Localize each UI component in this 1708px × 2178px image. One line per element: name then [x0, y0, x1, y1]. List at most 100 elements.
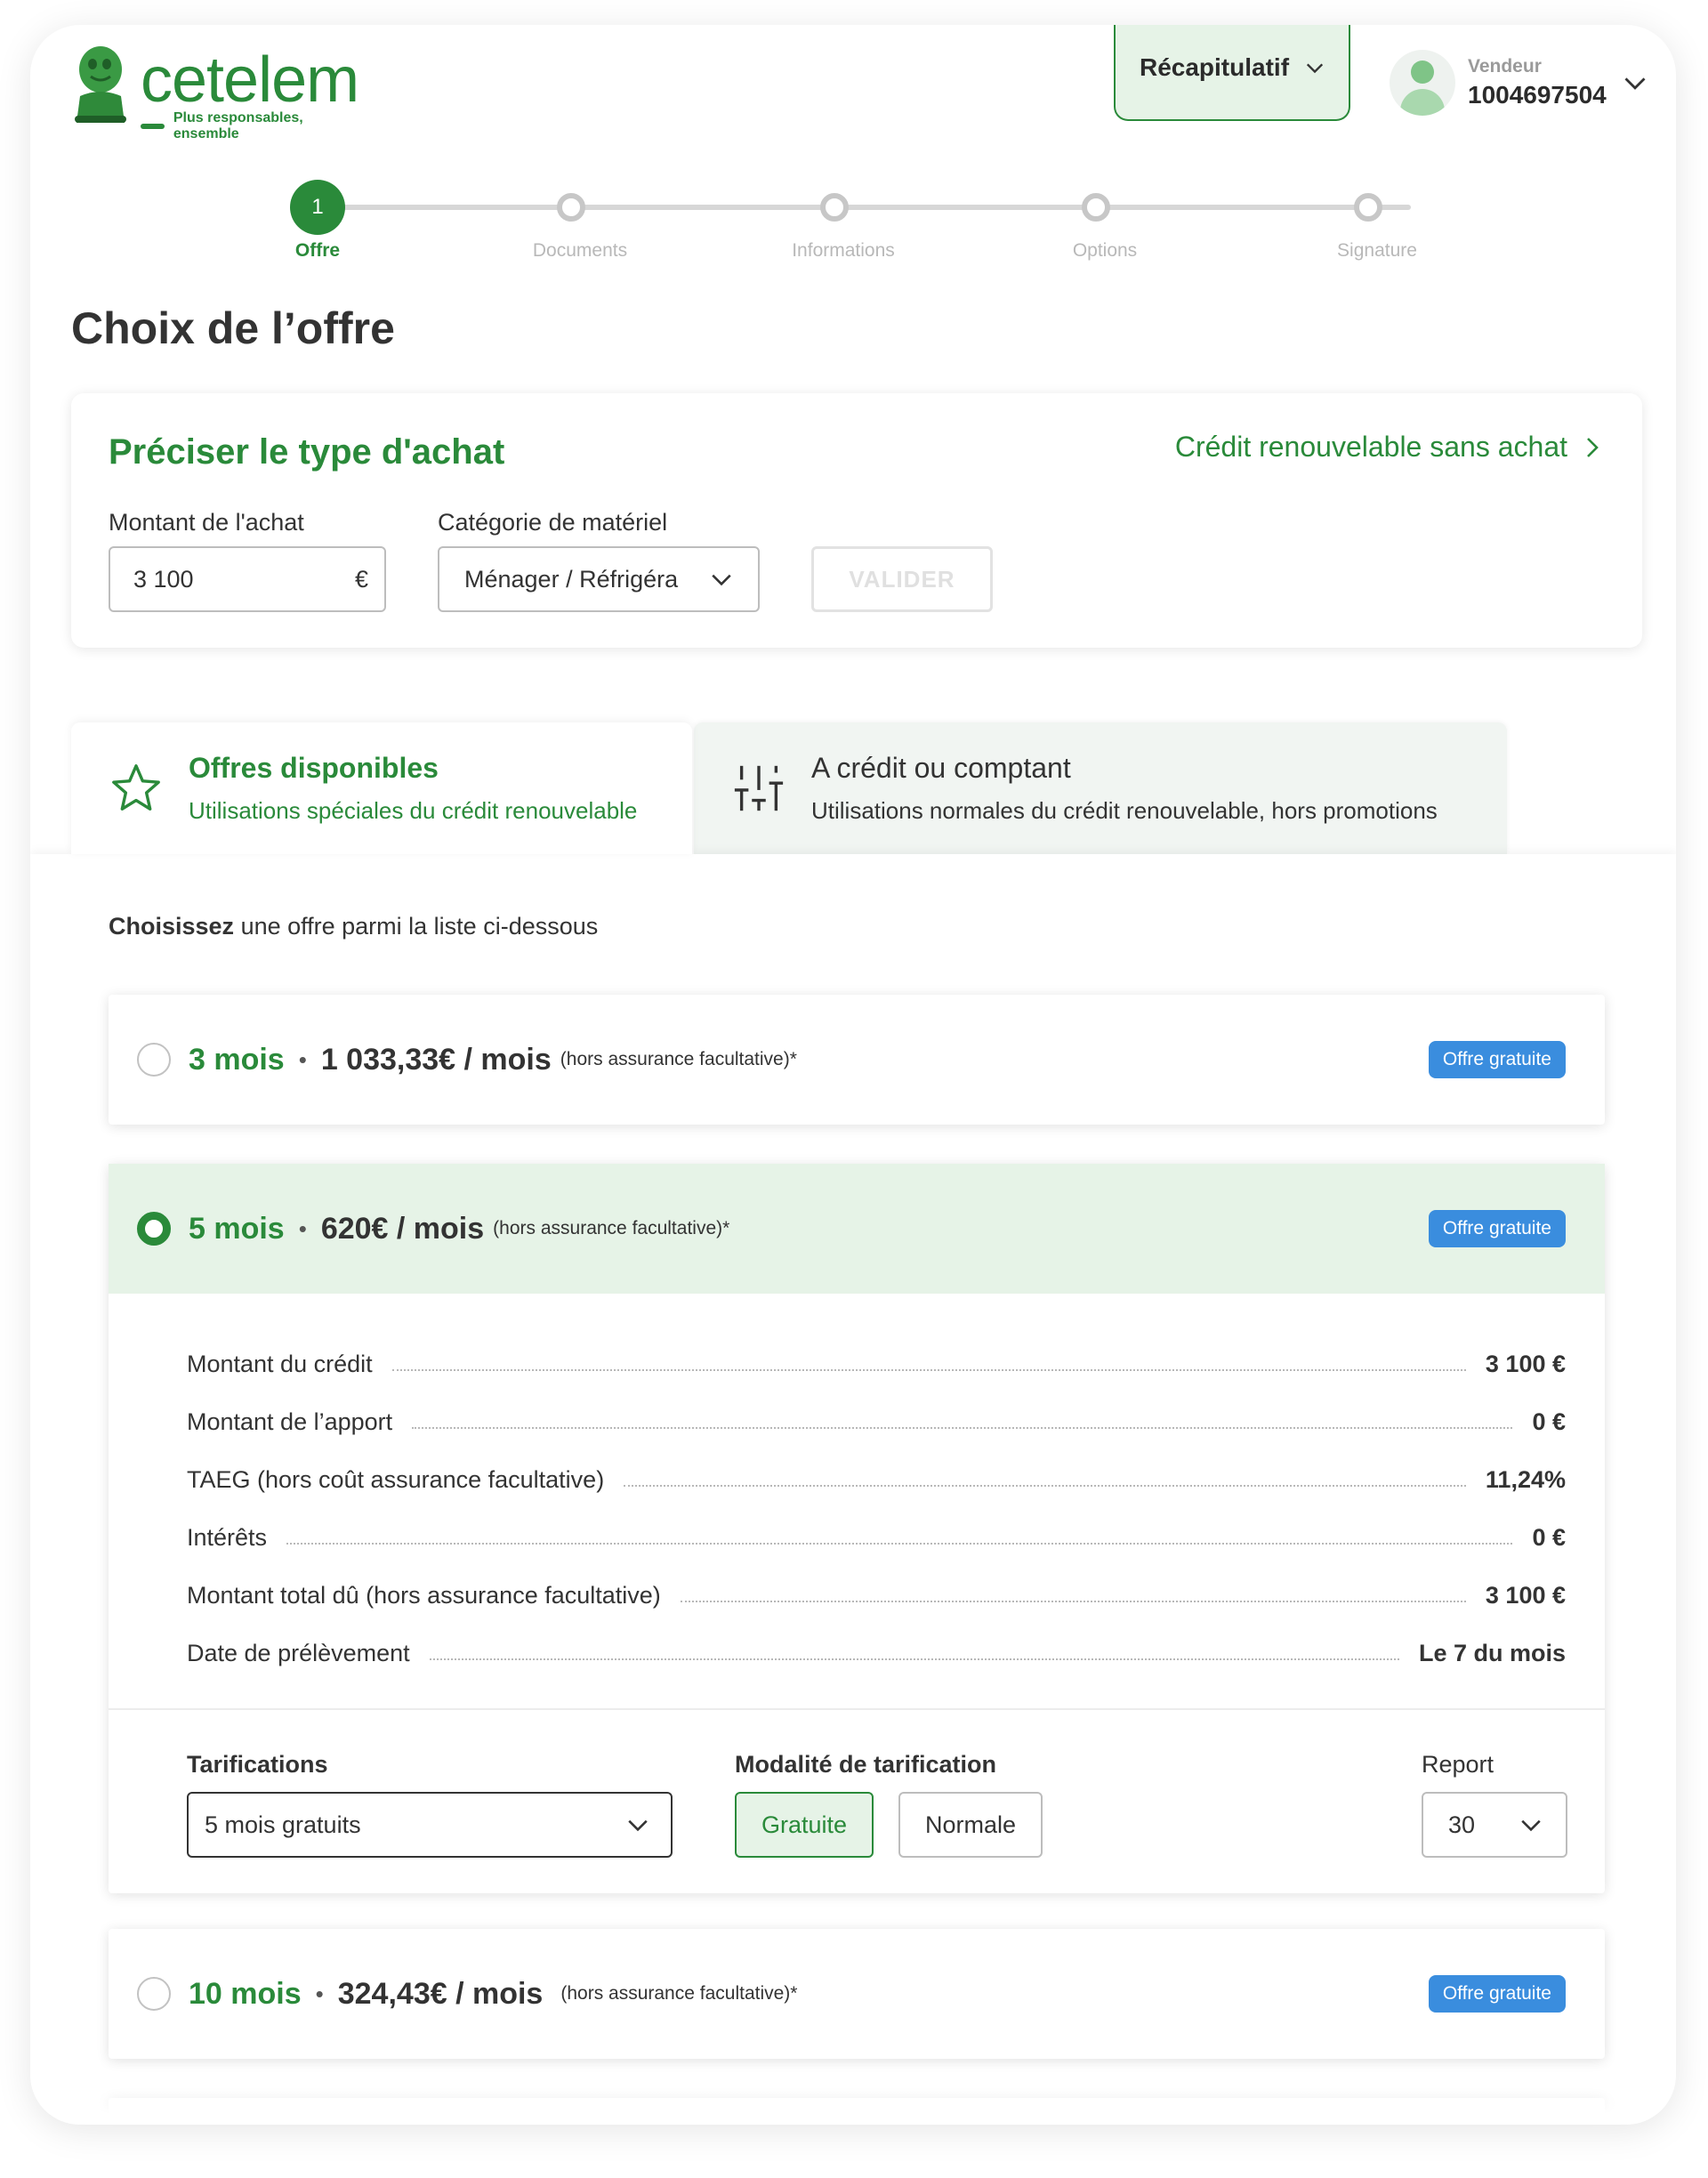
- app-window: cetelem Plus responsables, ensemble Réca…: [30, 25, 1676, 2125]
- step-2-dot[interactable]: [557, 193, 585, 222]
- offer-price: 324,43€ / mois: [337, 1976, 544, 2011]
- step-label-options: Options: [1072, 240, 1138, 261]
- currency-symbol: €: [354, 565, 368, 593]
- step-label-informations: Informations: [792, 240, 895, 261]
- offers-intro: Choisissez une offre parmi la liste ci-d…: [109, 913, 598, 940]
- report-select[interactable]: 30: [1422, 1792, 1567, 1858]
- progress-stepper: 1 Offre Documents Informations Options S…: [30, 158, 1676, 261]
- detail-label: Date de prélèvement: [187, 1640, 410, 1666]
- tab-offres-disponibles[interactable]: Offres disponibles Utilisations spéciale…: [71, 722, 692, 854]
- step-label-documents: Documents: [532, 240, 628, 261]
- stepper-track: [317, 205, 1411, 210]
- renewable-credit-link[interactable]: Crédit renouvelable sans achat: [1175, 431, 1601, 464]
- offer-card-3-mois[interactable]: 3 mois • 1 033,33€ / mois (hors assuranc…: [109, 995, 1605, 1125]
- tarification-section: Tarifications 5 mois gratuits Modalité d…: [109, 1710, 1605, 1893]
- offer-radio[interactable]: [137, 1977, 171, 2011]
- offer-card-5-mois[interactable]: 5 mois • 620€ / mois (hors assurance fac…: [109, 1164, 1605, 1893]
- offer-radio[interactable]: [137, 1043, 171, 1077]
- amount-input[interactable]: 3 100 €: [109, 546, 386, 612]
- tagline-bar: [141, 124, 165, 129]
- offer-details: Montant du crédit 3 100 € Montant de l’a…: [109, 1294, 1605, 1667]
- purchase-title: Préciser le type d'achat: [109, 432, 505, 472]
- separator-dot: •: [315, 1980, 324, 2007]
- detail-row: Montant total dû (hors assurance faculta…: [187, 1552, 1566, 1609]
- cetelem-logo[interactable]: cetelem Plus responsables, ensemble: [71, 37, 365, 141]
- chevron-right-icon: [1587, 437, 1599, 457]
- offer-months: 5 mois: [189, 1211, 285, 1246]
- step-1-dot[interactable]: 1: [290, 180, 345, 235]
- category-select[interactable]: Ménager / Réfrigéra: [438, 546, 760, 612]
- detail-row: Date de prélèvement Le 7 du mois: [187, 1609, 1566, 1667]
- detail-value: 3 100 €: [1485, 1351, 1566, 1377]
- report-value: 30: [1448, 1811, 1476, 1838]
- category-value: Ménager / Réfrigéra: [464, 565, 679, 593]
- modality-label: Modalité de tarification: [735, 1751, 997, 1778]
- step-label-offre: Offre: [294, 240, 341, 261]
- detail-label: Montant du crédit: [187, 1351, 373, 1377]
- separator-dot: •: [298, 1214, 307, 1242]
- offer-card-10-mois[interactable]: 10 mois • 324,43€ / mois (hors assurance…: [109, 1929, 1605, 2059]
- detail-value: 3 100 €: [1485, 1582, 1566, 1609]
- offer-note: (hors assurance facultative)*: [493, 1218, 730, 1238]
- step-4-dot[interactable]: [1082, 193, 1110, 222]
- avatar: [1390, 50, 1455, 116]
- star-icon: [112, 764, 160, 811]
- free-offer-badge: Offre gratuite: [1428, 1975, 1566, 2013]
- tab-subtitle: Utilisations normales du crédit renouvel…: [811, 797, 1438, 824]
- free-offer-badge: Offre gratuite: [1428, 1041, 1566, 1078]
- offer-note: (hors assurance facultative)*: [560, 1983, 798, 2004]
- offers-intro-bold: Choisissez: [109, 913, 235, 940]
- purchase-type-card: Préciser le type d'achat Crédit renouvel…: [71, 393, 1642, 648]
- tab-subtitle: Utilisations spéciales du crédit renouve…: [189, 797, 638, 824]
- amount-value: 3 100: [133, 565, 194, 593]
- detail-label: Montant total dû (hors assurance faculta…: [187, 1582, 661, 1609]
- report-label: Report: [1422, 1751, 1494, 1778]
- offers-intro-rest: une offre parmi la liste ci-dessous: [234, 913, 599, 940]
- detail-row: TAEG (hors coût assurance facultative) 1…: [187, 1436, 1566, 1494]
- offer-price: 1 033,33€ / mois: [320, 1042, 552, 1077]
- vendor-label: Vendeur: [1468, 56, 1542, 77]
- detail-value: 0 €: [1532, 1524, 1566, 1551]
- vendor-id: 1004697504: [1468, 81, 1607, 109]
- sliders-icon: [734, 765, 784, 811]
- detail-value: Le 7 du mois: [1418, 1640, 1566, 1666]
- chevron-down-icon: [1306, 63, 1324, 74]
- chevron-down-icon: [712, 574, 731, 586]
- detail-value: 0 €: [1532, 1408, 1566, 1435]
- offer-note: (hors assurance facultative)*: [560, 1049, 797, 1069]
- detail-label: Intérêts: [187, 1524, 268, 1551]
- recap-dropdown-button[interactable]: Récapitulatif: [1114, 25, 1350, 121]
- step-5-dot[interactable]: [1354, 193, 1382, 222]
- detail-label: TAEG (hors coût assurance facultative): [187, 1466, 605, 1493]
- tarification-select[interactable]: 5 mois gratuits: [187, 1792, 673, 1858]
- vendor-menu[interactable]: Vendeur 1004697504: [1390, 43, 1648, 123]
- offers-panel: Choisissez une offre parmi la liste ci-d…: [30, 854, 1676, 2125]
- tab-title: Offres disponibles: [189, 752, 439, 784]
- detail-row: Montant du crédit 3 100 €: [187, 1320, 1566, 1378]
- recap-label: Récapitulatif: [1139, 53, 1290, 81]
- step-3-dot[interactable]: [820, 193, 849, 222]
- bottom-fade: [30, 2087, 1676, 2125]
- offer-radio-selected[interactable]: [137, 1212, 171, 1246]
- free-offer-badge: Offre gratuite: [1428, 1210, 1566, 1247]
- renewable-credit-label: Crédit renouvelable sans achat: [1174, 431, 1567, 463]
- tab-credit-comptant[interactable]: A crédit ou comptant Utilisations normal…: [694, 722, 1507, 854]
- brand-tagline: Plus responsables, ensemble: [173, 110, 303, 141]
- mascot-icon: [71, 43, 130, 125]
- chevron-down-icon: [628, 1819, 648, 1832]
- detail-label: Montant de l’apport: [187, 1408, 393, 1435]
- offer-price: 620€ / mois: [320, 1211, 485, 1246]
- modality-normale-button[interactable]: Normale: [898, 1792, 1043, 1858]
- offer-months: 10 mois: [189, 1976, 302, 2011]
- tab-title: A crédit ou comptant: [811, 752, 1071, 784]
- detail-row: Montant de l’apport 0 €: [187, 1378, 1566, 1436]
- tarification-value: 5 mois gratuits: [205, 1811, 361, 1838]
- offer-months: 3 mois: [189, 1042, 285, 1077]
- page-title: Choix de l’offre: [71, 303, 395, 353]
- separator-dot: •: [298, 1045, 307, 1073]
- validate-button[interactable]: VALIDER: [811, 546, 993, 612]
- amount-label: Montant de l'achat: [109, 509, 304, 536]
- tarification-label: Tarifications: [187, 1751, 328, 1778]
- chevron-down-icon[interactable]: [1623, 70, 1648, 95]
- modality-gratuite-button[interactable]: Gratuite: [735, 1792, 874, 1858]
